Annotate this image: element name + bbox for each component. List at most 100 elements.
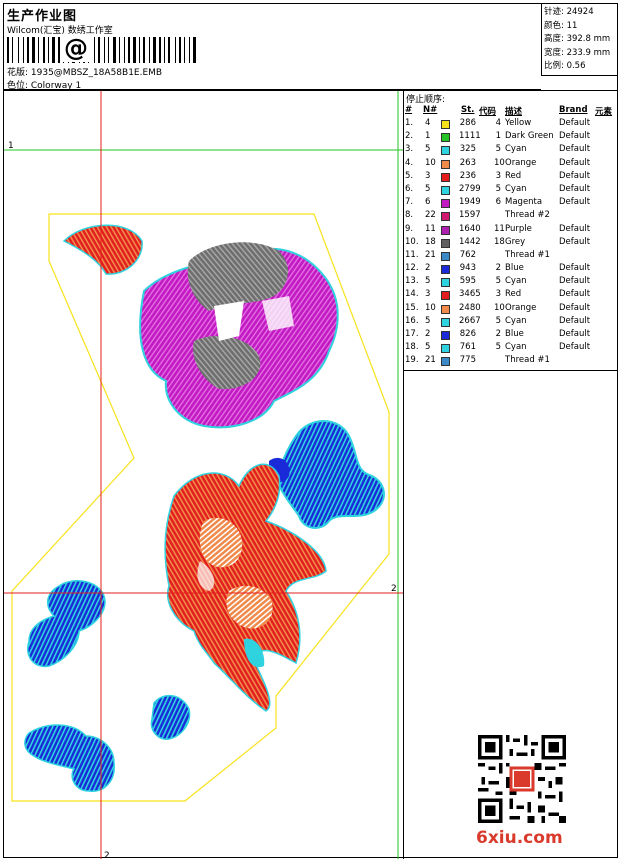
color-swatch	[441, 265, 450, 275]
step-number: 14.	[405, 289, 419, 300]
barcode-bar	[40, 37, 42, 63]
barcode-bar	[149, 37, 150, 63]
stitch-count-cell: 3465	[459, 289, 481, 300]
color-swatch	[441, 185, 450, 195]
barcode-bar	[168, 37, 170, 63]
thread-description: Cyan	[505, 276, 527, 287]
thread-code: 11	[494, 223, 505, 234]
thread-code: 5	[495, 183, 501, 194]
barcode-bar	[32, 37, 35, 63]
barcode-bar	[139, 37, 140, 63]
needle-number: 6	[425, 197, 431, 208]
col-brand: Brand	[559, 105, 588, 115]
barcode-bar	[27, 37, 29, 63]
step-number: 10.	[405, 236, 419, 247]
thread-description: Orange	[505, 157, 537, 168]
barcode-bar	[108, 37, 109, 63]
step-number: 9.	[405, 223, 414, 234]
design-scale: 比例: 0.56	[544, 61, 586, 71]
col-code: 代码	[479, 107, 497, 117]
table-row: 18. 5 761 5 Cyan Default	[404, 342, 619, 355]
step-number: 13.	[405, 276, 419, 287]
table-row: 15. 10 2480 10 Orange Default	[404, 303, 619, 316]
table-row: 16. 5 2667 5 Cyan Default	[404, 316, 619, 329]
step-number: 18.	[405, 342, 419, 353]
barcode-bar	[131, 37, 132, 63]
stop-sequence-panel: 停止顺序: # N# St. 代码 描述 Brand 元素 1. 4 286 4 Yel…	[403, 90, 618, 371]
barcode-bar	[189, 37, 190, 63]
thread-code: 2	[495, 329, 501, 339]
stitch-count-cell: 943	[459, 263, 476, 274]
step-number: 5.	[405, 170, 414, 181]
color-swatch	[441, 225, 450, 235]
color-swatch	[441, 199, 450, 209]
barcode-bar	[119, 37, 120, 63]
table-row: 6. 5 2799 5 Cyan Default	[404, 184, 619, 197]
pattern-filename: 花版: 1935@MBSZ_18A58B1E.EMB	[7, 68, 163, 78]
barcode-bar	[128, 37, 130, 63]
barcode-bar	[175, 37, 176, 63]
barcode-bar	[110, 37, 112, 63]
col-needle: N#	[423, 105, 438, 115]
needle-number: 5	[425, 183, 431, 194]
thread-brand: Default	[559, 329, 591, 339]
stitch-count-cell: 1640	[459, 223, 481, 234]
barcode-bar	[98, 37, 100, 63]
color-swatch	[441, 251, 450, 261]
step-number: 2.	[405, 131, 414, 142]
thread-brand: Default	[559, 157, 591, 168]
red-guide-label-bottom: 2	[104, 851, 110, 860]
thread-code: 2	[495, 263, 501, 274]
needle-number: 5	[425, 276, 431, 287]
needle-number: 21	[425, 355, 436, 366]
stitch-count-cell: 236	[459, 170, 476, 181]
color-swatch	[441, 172, 450, 182]
barcode-bar	[30, 37, 31, 63]
needle-number: 21	[425, 249, 436, 260]
barcode-bar	[48, 37, 49, 63]
design-height: 高度: 392.8 mm	[544, 34, 611, 44]
thread-code: 3	[495, 170, 501, 181]
stitch-count-cell: 286	[459, 118, 476, 128]
stitch-count-cell: 2799	[459, 183, 481, 194]
stitch-count-cell: 595	[459, 276, 476, 287]
needle-number: 18	[425, 236, 436, 247]
thread-description: Red	[505, 289, 522, 300]
thread-brand: Default	[559, 236, 591, 247]
table-row: 3. 5 325 5 Cyan Default	[404, 144, 619, 157]
thread-brand: Default	[559, 170, 591, 181]
col-index: #	[405, 105, 413, 115]
table-row: 7. 6 1949 6 Magenta Default	[404, 197, 619, 210]
barcode-bar	[36, 37, 37, 63]
stitch-count-cell: 761	[459, 342, 476, 353]
thread-description: Purple	[505, 223, 532, 234]
barcode-bar	[126, 37, 127, 63]
thread-description: Orange	[505, 302, 537, 313]
barcode-bar	[141, 37, 142, 63]
thread-description: Blue	[505, 329, 524, 339]
barcode-bar	[193, 37, 196, 63]
barcode-bar	[157, 37, 158, 63]
barcode-bar	[121, 37, 123, 63]
needle-number: 3	[425, 170, 431, 181]
blue-small-petal	[150, 694, 191, 740]
barcode-bar	[159, 37, 161, 63]
color-swatch	[441, 120, 450, 129]
barcode-bar	[10, 37, 11, 63]
needle-number: 4	[425, 118, 431, 128]
thread-description: Dark Green	[505, 131, 554, 142]
company-name: Wilcom(汇宝) 数绣工作室	[7, 26, 113, 36]
step-number: 15.	[405, 302, 419, 313]
stitch-count-cell: 1597	[459, 210, 481, 221]
thread-code: 5	[495, 342, 501, 353]
stitch-count-cell: 762	[459, 249, 476, 260]
thread-brand: Default	[559, 276, 591, 287]
step-number: 16.	[405, 315, 419, 326]
color-swatch	[441, 317, 450, 327]
barcode-bar	[38, 37, 39, 63]
thread-description: Thread #1	[505, 249, 550, 260]
barcode-bar	[171, 37, 174, 63]
thread-description: Thread #2	[505, 210, 550, 221]
at-symbol-icon: @	[63, 34, 89, 62]
step-number: 17.	[405, 329, 419, 339]
